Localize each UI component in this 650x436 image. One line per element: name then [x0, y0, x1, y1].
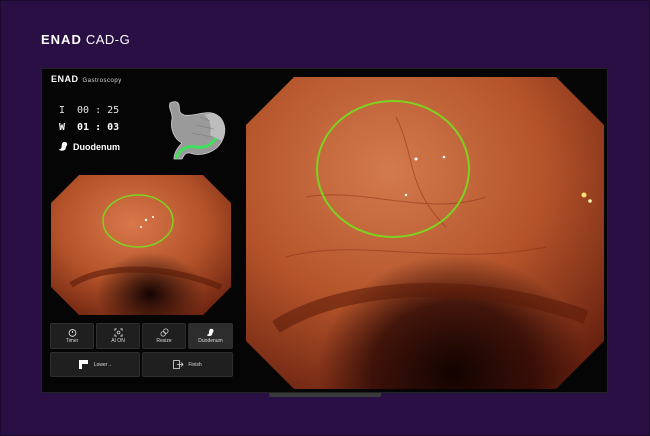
insertion-timer-key: I [59, 105, 66, 116]
finish-button-label: Finish [188, 361, 202, 368]
monitor-screen: ENAD Gastroscopy I 00 : 25 W 01 : 03 Duod… [41, 68, 608, 393]
app-background: ENAD CAD-G ENAD Gastroscopy I 00 : 25 W 01… [0, 0, 650, 436]
insertion-timer-value: 00 : 25 [77, 105, 120, 116]
stomach-diagram-icon [169, 101, 226, 160]
screen-mode: Gastroscopy [82, 78, 122, 84]
screen-logo-text: ENAD [51, 74, 79, 84]
withdrawal-timer-key: W [59, 122, 66, 133]
control-panel: Timer AI ON Resize Duodenum Lower→ Finis… [50, 323, 234, 379]
withdrawal-timer-value: 01 : 03 [77, 122, 120, 133]
resize-button[interactable]: Resize [142, 323, 186, 349]
brand-logo: ENAD [41, 32, 82, 47]
duodenum-icon [206, 328, 214, 336]
duodenum-location-icon [58, 141, 68, 151]
lower-button-label: Lower→ [93, 361, 113, 368]
duodenum-button-label: Duodenum [198, 338, 223, 344]
screen-logo: ENAD Gastroscopy [51, 74, 122, 84]
withdrawal-timer: W 01 : 03 [59, 122, 119, 133]
brand-header: ENAD CAD-G [41, 32, 130, 47]
insertion-timer: I 00 : 25 [59, 105, 119, 116]
timer-button[interactable]: Timer [50, 323, 94, 349]
resize-button-label: Resize [156, 338, 172, 344]
lower-button[interactable]: Lower→ [50, 352, 140, 377]
ai-toggle-button[interactable]: AI ON [96, 323, 140, 349]
ai-scan-icon [113, 328, 123, 337]
endoscope-main-view [246, 77, 604, 389]
monitor-stand [269, 393, 381, 397]
finish-button[interactable]: Finish [142, 352, 233, 377]
endoscope-thumbnail [51, 175, 231, 315]
ai-toggle-label: AI ON [111, 338, 125, 344]
resize-icon [160, 328, 168, 337]
brand-product: CAD-G [85, 32, 131, 47]
timer-icon [68, 329, 76, 337]
timer-button-label: Timer [65, 338, 79, 344]
location-indicator: Duodenum [58, 141, 120, 152]
duodenum-button[interactable]: Duodenum [188, 323, 233, 349]
location-label: Duodenum [73, 141, 120, 152]
lower-icon [78, 360, 88, 369]
finish-icon [173, 360, 184, 369]
